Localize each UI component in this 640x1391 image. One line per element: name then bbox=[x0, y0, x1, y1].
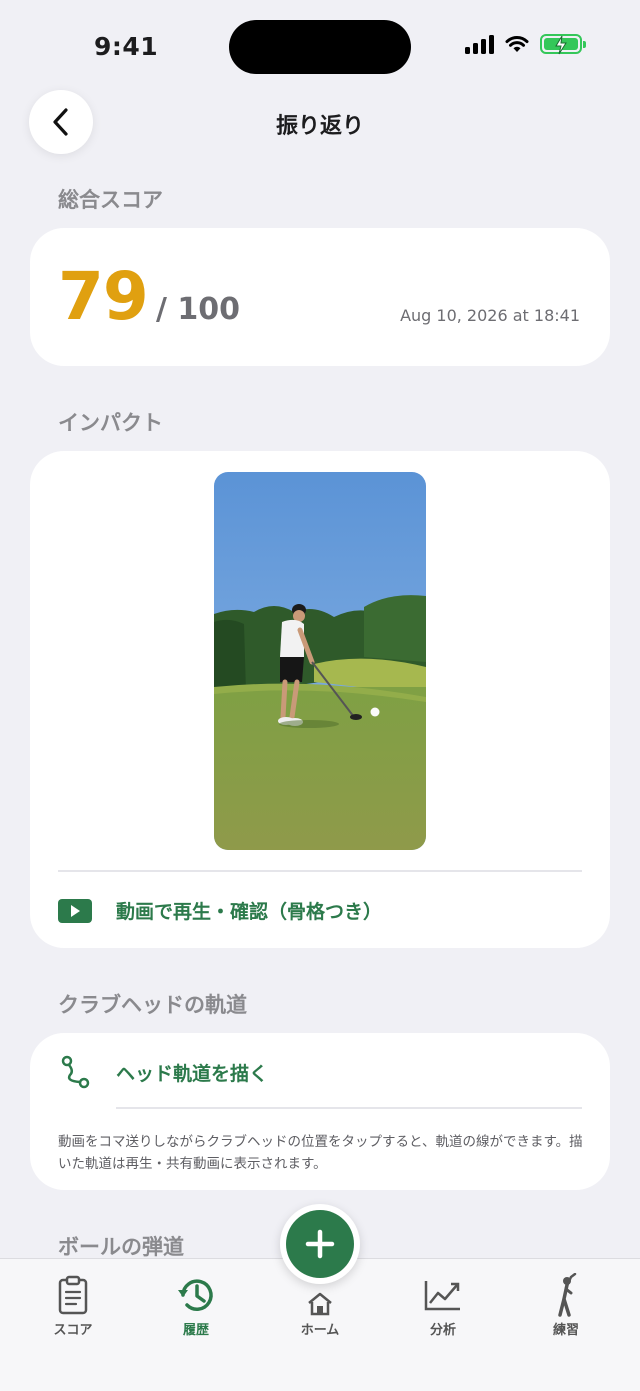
trajectory-section-label: クラブヘッドの軌道 bbox=[58, 993, 247, 1017]
play-video-label: 動画で再生・確認（骨格つき） bbox=[116, 901, 383, 923]
score-value: 79 bbox=[58, 258, 149, 335]
home-icon bbox=[308, 1292, 332, 1316]
chart-icon bbox=[424, 1281, 460, 1311]
golf-swing-image bbox=[214, 472, 426, 850]
tab-practice[interactable]: 練習 bbox=[521, 1273, 611, 1338]
add-button[interactable] bbox=[280, 1204, 360, 1284]
battery-icon bbox=[540, 34, 586, 55]
status-icons bbox=[465, 34, 586, 55]
page-title: 振り返り bbox=[275, 114, 364, 139]
score-max: / 100 bbox=[156, 292, 241, 327]
plus-icon bbox=[305, 1229, 335, 1259]
score-date: Aug 10, 2026 at 18:41 bbox=[400, 306, 580, 325]
tab-analysis[interactable]: 分析 bbox=[398, 1273, 488, 1338]
path-icon bbox=[61, 1055, 90, 1089]
impact-card: 動画で再生・確認（骨格つき） bbox=[30, 451, 610, 948]
history-icon bbox=[178, 1279, 213, 1311]
score-section-label: 総合スコア bbox=[58, 188, 163, 212]
review-screen: 9:41 振り返り 総合スコア 79 / 100 Aug 10, 2026 at… bbox=[0, 0, 640, 1391]
tab-history[interactable]: 履歴 bbox=[151, 1273, 241, 1338]
dynamic-island bbox=[229, 20, 411, 74]
play-icon bbox=[58, 898, 92, 923]
impact-section-label: インパクト bbox=[58, 411, 163, 435]
tab-score[interactable]: スコア bbox=[28, 1273, 118, 1338]
draw-trajectory-button[interactable]: ヘッド軌道を描く bbox=[60, 1055, 268, 1089]
divider bbox=[58, 870, 582, 872]
ball-section-label: ボールの弾道 bbox=[58, 1235, 184, 1259]
clipboard-icon bbox=[58, 1275, 88, 1315]
cellular-signal-icon bbox=[465, 34, 494, 54]
play-video-button[interactable]: 動画で再生・確認（骨格つき） bbox=[58, 897, 382, 924]
golfer-icon bbox=[558, 1273, 577, 1317]
score-card: 79 / 100 Aug 10, 2026 at 18:41 bbox=[30, 228, 610, 366]
wifi-icon bbox=[505, 35, 529, 52]
divider bbox=[116, 1107, 582, 1109]
status-time: 9:41 bbox=[94, 32, 159, 61]
draw-trajectory-label: ヘッド軌道を描く bbox=[116, 1062, 269, 1085]
trajectory-note: 動画をコマ送りしながらクラブヘッドの位置をタップすると、軌道の線ができます。描い… bbox=[58, 1134, 583, 1172]
trajectory-card: ヘッド軌道を描く 動画をコマ送りしながらクラブヘッドの位置をタップすると、軌道の… bbox=[30, 1033, 610, 1190]
impact-photo[interactable] bbox=[214, 472, 426, 850]
